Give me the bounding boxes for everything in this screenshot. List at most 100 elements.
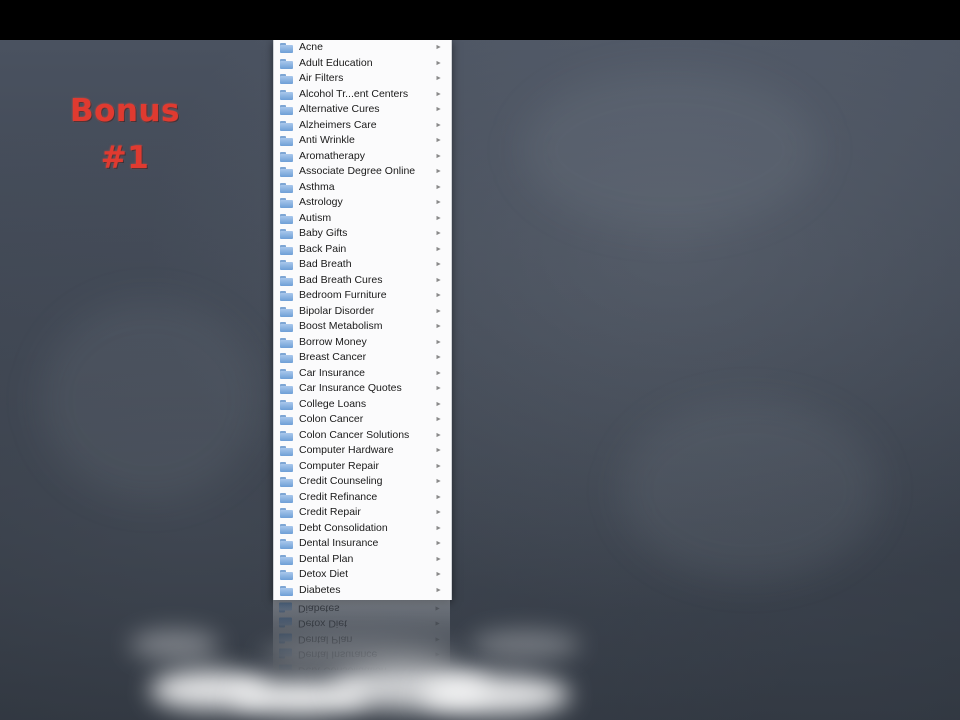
submenu-arrow-icon: ►	[435, 75, 442, 82]
menu-item-label: Car Insurance	[299, 366, 365, 379]
menu-item-air-filters[interactable]: Air Filters ►	[274, 71, 451, 87]
menu-item-label: Bad Breath Cures	[299, 273, 383, 286]
submenu-arrow-icon: ►	[435, 245, 442, 253]
menu-item-alcohol-tr-ent-centers[interactable]: Alcohol Tr...ent Centers ►	[274, 87, 451, 103]
menu-item-breast-cancer[interactable]: Breast Cancer ►	[274, 350, 451, 366]
folder-menu: Acne ► Adult Education ► Air Filters ► Alcohol…	[273, 40, 452, 600]
menu-item-computer-hardware[interactable]: Computer Hardware ►	[274, 443, 451, 459]
submenu-arrow-icon: ►	[435, 59, 442, 67]
submenu-arrow-icon: ►	[435, 44, 442, 51]
submenu-arrow-icon: ►	[435, 385, 442, 392]
menu-item-computer-repair[interactable]: Computer Repair ►	[274, 459, 451, 475]
menu-item-aromatherapy[interactable]: Aromatherapy ►	[274, 149, 451, 165]
submenu-arrow-icon: ►	[435, 214, 442, 222]
menu-item-alzheimers-care[interactable]: Alzheimers Care ►	[274, 118, 451, 134]
chalk-smudge	[40, 300, 260, 500]
folder-icon	[280, 43, 293, 53]
folder-icon	[280, 337, 293, 348]
folder-icon	[280, 384, 293, 394]
submenu-arrow-icon: ►	[435, 431, 442, 439]
folder-icon	[280, 89, 293, 100]
submenu-arrow-icon: ►	[435, 586, 442, 594]
submenu-arrow-icon: ►	[435, 183, 442, 191]
menu-item-detox-diet[interactable]: Detox Diet ►	[274, 567, 451, 583]
menu-item-car-insurance[interactable]: Car Insurance ►	[274, 366, 451, 382]
folder-icon	[280, 353, 293, 363]
menu-item-asthma[interactable]: Asthma ►	[274, 180, 451, 196]
menu-item-diabetes[interactable]: Diabetes ►	[274, 583, 451, 599]
chalk-smudge	[520, 70, 820, 230]
menu-item-label: Bad Breath	[299, 258, 352, 270]
menu-item-label: Baby Gifts	[299, 227, 348, 239]
menu-item-colon-cancer-solutions[interactable]: Colon Cancer Solutions ►	[274, 428, 451, 444]
menu-item-dental-plan[interactable]: Dental Plan ►	[274, 552, 451, 568]
menu-item-alternative-cures[interactable]: Alternative Cures ►	[274, 102, 451, 118]
folder-icon	[280, 182, 293, 193]
menu-item-label: Alcohol Tr...ent Centers	[299, 87, 409, 100]
menu-item-associate-degree-online[interactable]: Associate Degree Online ►	[274, 164, 451, 180]
menu-item-back-pain[interactable]: Back Pain ►	[274, 242, 451, 258]
menu-item-credit-repair[interactable]: Credit Repair ►	[274, 505, 451, 521]
menu-item-autism[interactable]: Autism ►	[274, 211, 451, 227]
submenu-arrow-icon: ►	[435, 354, 442, 361]
menu-item-label: Bedroom Furniture	[299, 289, 387, 301]
menu-item-label: Anti Wrinkle	[299, 134, 355, 146]
submenu-arrow-icon: ►	[435, 261, 442, 268]
menu-item-colon-cancer[interactable]: Colon Cancer ►	[274, 412, 451, 428]
menu-item-car-insurance-quotes[interactable]: Car Insurance Quotes ►	[274, 381, 451, 397]
menu-item-label: Car Insurance Quotes	[299, 382, 402, 394]
submenu-arrow-icon: ►	[435, 323, 442, 330]
menu-item-label: Air Filters	[299, 72, 344, 84]
menu-item-baby-gifts[interactable]: Baby Gifts ►	[274, 226, 451, 242]
menu-item-astrology[interactable]: Astrology ►	[274, 195, 451, 211]
menu-item-label: Bipolar Disorder	[299, 304, 375, 317]
menu-item-label: Credit Repair	[299, 506, 361, 518]
menu-item-borrow-money[interactable]: Borrow Money ►	[274, 335, 451, 351]
bonus-title: Bonus #1	[50, 88, 200, 182]
folder-icon	[280, 446, 293, 456]
menu-item-credit-counseling[interactable]: Credit Counseling ►	[274, 474, 451, 490]
submenu-arrow-icon: ►	[435, 338, 442, 346]
menu-item-label: Dental Plan	[299, 552, 354, 565]
menu-item-dental-insurance[interactable]: Dental Insurance ►	[274, 536, 451, 552]
menu-item-credit-refinance[interactable]: Credit Refinance ►	[274, 490, 451, 506]
menu-item-boost-metabolism[interactable]: Boost Metabolism ►	[274, 319, 451, 335]
submenu-arrow-icon: ►	[435, 90, 442, 98]
submenu-arrow-icon: ►	[435, 106, 442, 113]
menu-item-college-loans[interactable]: College Loans ►	[274, 397, 451, 413]
folder-icon	[280, 477, 293, 487]
folder-icon	[280, 120, 293, 131]
folder-icon	[280, 105, 293, 115]
folder-icon	[280, 523, 293, 534]
menu-item-label: Computer Hardware	[299, 444, 394, 456]
menu-item-debt-consolidation[interactable]: Debt Consolidation ►	[274, 521, 451, 537]
menu-item-anti-wrinkle[interactable]: Anti Wrinkle ►	[274, 133, 451, 149]
menu-item-bad-breath[interactable]: Bad Breath ►	[274, 257, 451, 273]
folder-icon	[280, 399, 293, 410]
folder-icon	[280, 213, 293, 224]
submenu-arrow-icon: ►	[435, 292, 442, 299]
folder-icon	[280, 151, 293, 162]
menu-item-acne[interactable]: Acne ►	[274, 40, 451, 56]
menu-item-bedroom-furniture[interactable]: Bedroom Furniture ►	[274, 288, 451, 304]
menu-item-bipolar-disorder[interactable]: Bipolar Disorder ►	[274, 304, 451, 320]
folder-icon	[280, 430, 293, 441]
submenu-arrow-icon: ►	[435, 555, 442, 563]
menu-item-label: Acne	[299, 41, 323, 53]
submenu-arrow-icon: ►	[435, 540, 442, 547]
menu-item-label: Borrow Money	[299, 335, 367, 348]
menu-item-label: Alzheimers Care	[299, 118, 377, 131]
menu-item-label: Dental Insurance	[299, 537, 379, 549]
menu-item-label: Back Pain	[299, 242, 347, 255]
folder-icon	[280, 368, 293, 379]
folder-icon	[280, 585, 293, 596]
submenu-arrow-icon: ►	[435, 462, 442, 470]
menu-item-label: College Loans	[299, 397, 367, 410]
folder-icon	[280, 58, 293, 69]
menu-item-label: Associate Degree Online	[299, 165, 416, 177]
menu-item-label: Debt Consolidation	[299, 521, 388, 534]
menu-item-bad-breath-cures[interactable]: Bad Breath Cures ►	[274, 273, 451, 289]
menu-item-adult-education[interactable]: Adult Education ►	[274, 56, 451, 72]
folder-icon	[280, 508, 293, 518]
chalk-smudge	[620, 400, 880, 580]
